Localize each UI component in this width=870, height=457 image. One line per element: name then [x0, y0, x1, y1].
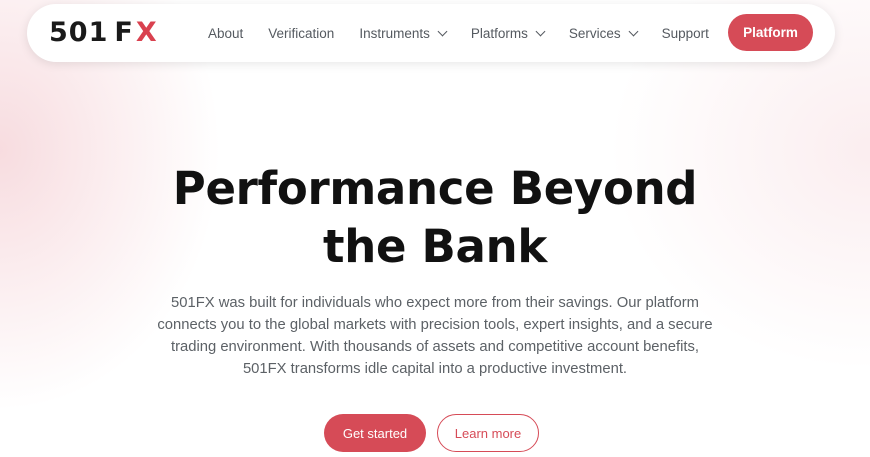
hero-description-line-1: 501FX was built for individuals who expe…: [171, 295, 699, 311]
nav-item-services[interactable]: Services: [568, 25, 639, 41]
nav-item-label: Instruments: [359, 25, 430, 41]
nav-item-label: Support: [661, 25, 709, 41]
chevron-down-icon: [437, 26, 448, 36]
logo-letter-f: F: [114, 17, 134, 48]
learn-more-button[interactable]: Learn more: [437, 414, 539, 452]
navbar: 501 F X About Verification Instruments P…: [27, 4, 835, 62]
get-started-button[interactable]: Get started: [324, 414, 426, 452]
nav-item-instruments[interactable]: Instruments: [359, 25, 448, 41]
nav-item-verification[interactable]: Verification: [268, 26, 334, 41]
nav-item-label: Verification: [268, 25, 335, 41]
main-nav: About Verification Instruments Platforms…: [208, 4, 709, 62]
hero-description-line-2: connects you to the global markets with …: [157, 317, 713, 333]
nav-item-platforms[interactable]: Platforms: [470, 25, 546, 41]
logo-letter-x: X: [135, 17, 158, 48]
brand-logo[interactable]: 501 F X: [49, 18, 158, 48]
chevron-down-icon: [535, 26, 546, 36]
logo-number: 501: [49, 17, 109, 48]
hero-title: Performance Beyond the Bank: [0, 160, 870, 276]
nav-item-label: Services: [568, 25, 621, 41]
hero-description: 501FX was built for individuals who expe…: [140, 292, 730, 380]
hero-description-line-3: trading environment. With thousands of a…: [170, 339, 700, 355]
nav-item-support[interactable]: Support: [662, 26, 709, 41]
nav-item-label: About: [208, 25, 244, 41]
hero-title-line-1: Performance Beyond: [172, 162, 698, 215]
chevron-down-icon: [628, 26, 639, 36]
nav-item-label: Platforms: [470, 25, 528, 41]
hero-description-line-4: 501FX transforms idle capital into a pro…: [242, 361, 628, 377]
platform-button[interactable]: Platform: [728, 14, 813, 51]
hero-title-line-2: the Bank: [323, 220, 547, 273]
nav-item-about[interactable]: About: [208, 26, 243, 41]
